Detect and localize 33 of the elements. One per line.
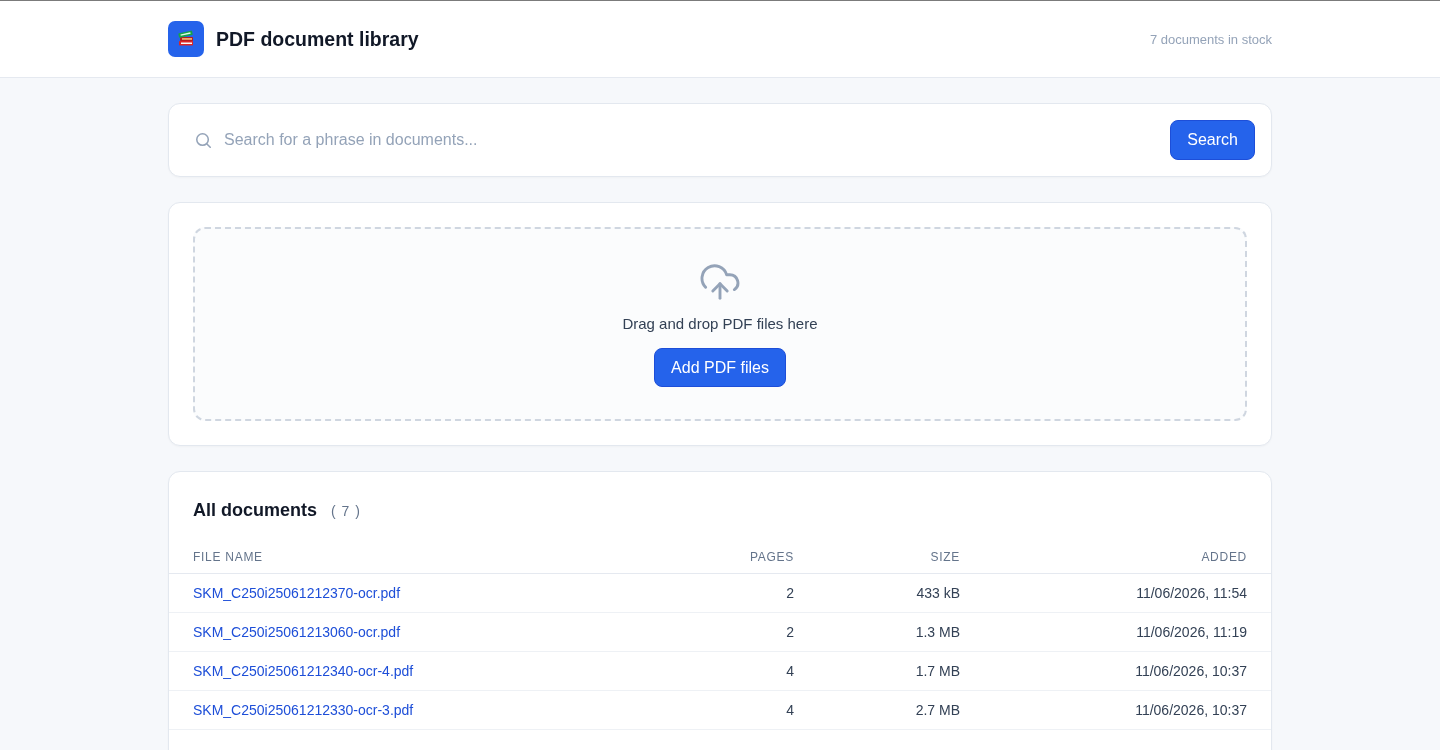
- drop-zone[interactable]: Drag and drop PDF files here Add PDF files: [193, 227, 1247, 421]
- add-files-button[interactable]: Add PDF files: [654, 348, 786, 387]
- table-cell: 2: [786, 624, 794, 640]
- document-count-note: 7 documents in stock: [1149, 31, 1272, 47]
- table-cell: 2.7 MB: [915, 702, 960, 718]
- section-title: All documents: [193, 499, 317, 522]
- table-cell: 1.7 MB: [915, 663, 960, 679]
- table-cell: 1.3 MB: [915, 624, 960, 640]
- column-header: FILE NAME: [193, 550, 263, 564]
- table-cell: 11/06/2026, 10:37: [1135, 702, 1247, 718]
- app-title: PDF document library: [216, 27, 419, 52]
- document-count: ( 7 ): [331, 503, 361, 519]
- file-name-link[interactable]: SKM_C250i25061213060-ocr.pdf: [193, 624, 401, 640]
- drop-prompt: Drag and drop PDF files here: [622, 314, 818, 334]
- column-header: ADDED: [1201, 550, 1247, 564]
- table-cell: 2: [786, 585, 794, 601]
- table-cell: 11/06/2026, 10:37: [1135, 663, 1247, 679]
- table-cell: 4: [786, 663, 794, 679]
- table-cell: 4: [786, 702, 794, 718]
- search-field[interactable]: Search for a phrase in documents...: [224, 128, 1158, 152]
- cloud-upload-icon: [700, 264, 740, 300]
- table-cell: 433 kB: [916, 585, 960, 601]
- books-logo-icon: [168, 21, 204, 57]
- search-icon: [196, 132, 211, 148]
- table-cell: 11/06/2026, 11:19: [1136, 624, 1247, 640]
- table-cell: 11/06/2026, 11:54: [1136, 585, 1247, 601]
- column-header: PAGES: [749, 550, 794, 564]
- file-name-link[interactable]: SKM_C250i25061212370-ocr.pdf: [193, 585, 401, 601]
- column-header: SIZE: [930, 550, 960, 564]
- search-button[interactable]: Search: [1170, 120, 1255, 160]
- file-name-link[interactable]: SKM_C250i25061212340-ocr-4.pdf: [193, 663, 414, 679]
- file-name-link[interactable]: SKM_C250i25061212330-ocr-3.pdf: [193, 702, 414, 718]
- search-bar[interactable]: Search for a phrase in documents... Search: [168, 103, 1272, 177]
